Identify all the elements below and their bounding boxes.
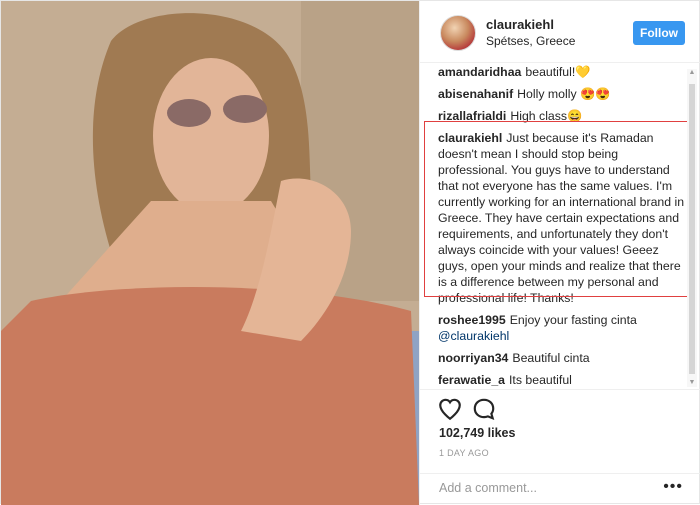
comment-username[interactable]: abisenahanif bbox=[438, 87, 513, 101]
comment-username[interactable]: ferawatie_a bbox=[438, 373, 505, 387]
comment-text: beautiful!💛 bbox=[525, 65, 591, 79]
instagram-post: claurakiehl Spétses, Greece Follow amand… bbox=[0, 0, 700, 505]
comment-text: Holly molly 😍😍 bbox=[517, 87, 611, 101]
heart-icon[interactable] bbox=[437, 396, 463, 422]
avatar[interactable] bbox=[440, 15, 476, 51]
post-header: claurakiehl Spétses, Greece Follow bbox=[420, 1, 700, 63]
add-comment-input[interactable]: Add a comment... bbox=[439, 481, 537, 495]
comment: amandaridhaa beautiful!💛 bbox=[438, 64, 686, 80]
post-timestamp[interactable]: 1 DAY AGO bbox=[439, 448, 489, 458]
comment-text: Its beautiful bbox=[509, 373, 572, 387]
scrollbar-thumb[interactable] bbox=[689, 84, 695, 374]
comment: abisenahanif Holly molly 😍😍 bbox=[438, 86, 686, 102]
post-photo[interactable] bbox=[1, 1, 419, 505]
comment-icon[interactable] bbox=[471, 396, 497, 422]
comment-username[interactable]: noorriyan34 bbox=[438, 351, 508, 365]
likes-count[interactable]: 102,749 likes bbox=[439, 426, 515, 440]
comment-username[interactable]: roshee1995 bbox=[438, 313, 506, 327]
comment-text: Beautiful cinta bbox=[512, 351, 590, 365]
highlight-box bbox=[424, 121, 688, 297]
header-location[interactable]: Spétses, Greece bbox=[486, 34, 575, 48]
comment-mention[interactable]: @claurakiehl bbox=[438, 329, 509, 343]
follow-button[interactable]: Follow bbox=[633, 21, 685, 45]
scroll-up-icon[interactable]: ▲ bbox=[687, 69, 697, 77]
add-comment-bar: Add a comment... ••• bbox=[419, 473, 700, 505]
comment: noorriyan34 Beautiful cinta bbox=[438, 350, 686, 366]
more-options-icon[interactable]: ••• bbox=[663, 478, 683, 496]
comment: ferawatie_a Its beautiful bbox=[438, 372, 686, 388]
scroll-down-icon[interactable]: ▼ bbox=[687, 379, 697, 387]
header-username[interactable]: claurakiehl bbox=[486, 17, 554, 32]
comment-text: Enjoy your fasting cinta bbox=[509, 313, 637, 327]
comment: roshee1995 Enjoy your fasting cinta @clau… bbox=[438, 312, 686, 344]
photo-illustration bbox=[1, 1, 419, 505]
comment-username[interactable]: amandaridhaa bbox=[438, 65, 521, 79]
